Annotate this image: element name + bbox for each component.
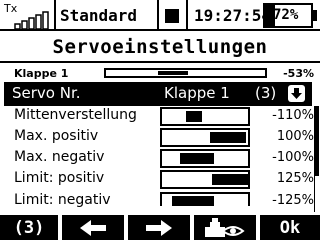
servo-view-icon xyxy=(205,217,245,237)
row-label[interactable]: Limit: positiv xyxy=(14,170,104,186)
row-value[interactable]: -125% xyxy=(256,193,314,208)
output-bar xyxy=(104,68,267,78)
row-value[interactable]: 125% xyxy=(256,171,314,186)
softkey-right[interactable] xyxy=(128,215,190,240)
row-bar-fill xyxy=(172,196,214,206)
row-bar-fill xyxy=(210,132,246,143)
model-name[interactable]: Standard xyxy=(60,6,137,25)
servo-select-label: Servo Nr. xyxy=(12,84,81,102)
stop-square-icon xyxy=(165,9,179,23)
row-bar-fill xyxy=(180,153,214,164)
signal-strength-icon xyxy=(14,11,49,29)
page-title: Servoeinstellungen xyxy=(52,36,268,58)
row-bar xyxy=(160,107,250,126)
battery-percent: 72% xyxy=(273,7,299,23)
battery-terminal xyxy=(313,10,317,21)
title-divider xyxy=(0,61,320,63)
output-bar-fill xyxy=(158,71,188,75)
softkey-1-label: (3) xyxy=(13,217,45,238)
softkey-left[interactable] xyxy=(62,215,124,240)
status-divider xyxy=(54,0,56,31)
softkey-1[interactable]: (3) xyxy=(0,215,58,240)
clock: 19:27:54 xyxy=(194,6,272,25)
status-divider xyxy=(157,0,159,31)
softkey-servo-view[interactable] xyxy=(194,215,256,240)
servo-select-row[interactable]: Servo Nr. Klappe 1 (3) xyxy=(4,82,312,106)
row-bar-fill xyxy=(186,111,202,122)
ok-button-label: Ok xyxy=(279,217,301,238)
ok-button[interactable]: Ok xyxy=(260,215,320,240)
row-value[interactable]: 100% xyxy=(256,129,314,144)
dropdown-arrow-icon[interactable] xyxy=(288,85,305,102)
servo-select-number: (3) xyxy=(255,84,277,102)
row-label[interactable]: Max. positiv xyxy=(14,128,98,144)
servo-select-value: Klappe 1 xyxy=(164,84,230,102)
output-label: Klappe 1 xyxy=(14,67,69,80)
row-bar xyxy=(160,192,250,206)
row-bar xyxy=(160,170,250,189)
row-bar xyxy=(160,149,250,168)
arrow-right-icon xyxy=(146,219,172,236)
status-divider xyxy=(186,0,188,31)
row-label[interactable]: Mittenverstellung xyxy=(14,107,137,123)
scrollbar-thumb[interactable] xyxy=(314,106,319,176)
row-label[interactable]: Max. negativ xyxy=(14,149,104,165)
row-value[interactable]: -110% xyxy=(256,108,314,123)
output-value: -53% xyxy=(283,67,314,80)
row-bar-fill xyxy=(212,174,248,185)
row-label[interactable]: Limit: negativ xyxy=(14,192,111,208)
arrow-left-icon xyxy=(80,219,106,236)
row-bar xyxy=(160,128,250,147)
row-value[interactable]: -100% xyxy=(256,150,314,165)
